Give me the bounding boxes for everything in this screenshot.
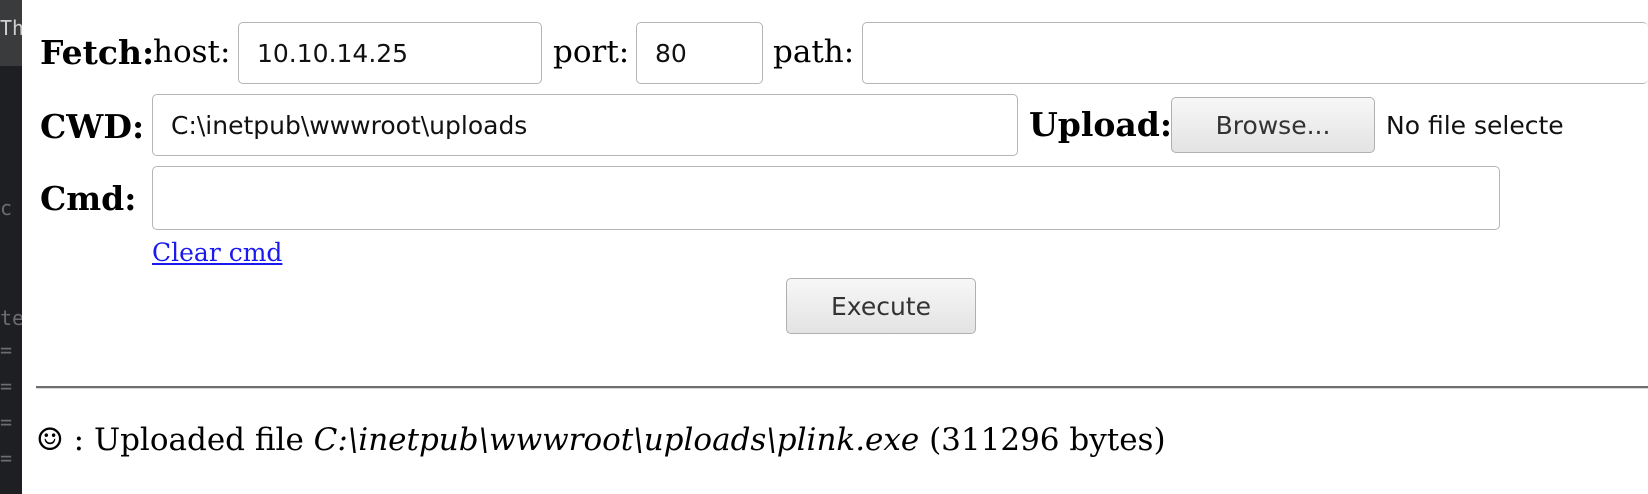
cmd-label: Cmd: bbox=[40, 179, 137, 218]
browse-button[interactable]: Browse... bbox=[1171, 97, 1375, 153]
cmd-input[interactable] bbox=[152, 166, 1500, 230]
terminal-text: = bbox=[0, 374, 13, 398]
terminal-title-text: Th bbox=[0, 16, 22, 40]
host-input[interactable]: 10.10.14.25 bbox=[238, 22, 542, 84]
host-label: host: bbox=[153, 34, 231, 70]
clear-cmd-link[interactable]: Clear cmd bbox=[152, 238, 282, 267]
terminal-title-bar: Th bbox=[0, 0, 22, 66]
background-terminal-window: Th c te = = = = bbox=[0, 0, 22, 494]
uploaded-file-path: C:\inetpub\wwwroot\uploads\plink.exe bbox=[313, 422, 920, 458]
terminal-text: = bbox=[0, 338, 13, 362]
divider bbox=[36, 386, 1648, 389]
status-prefix: : Uploaded file bbox=[63, 422, 314, 458]
execute-button[interactable]: Execute bbox=[786, 278, 976, 334]
path-input[interactable] bbox=[862, 22, 1648, 84]
cwd-input[interactable]: C:\inetpub\wwwroot\uploads bbox=[152, 94, 1018, 156]
file-status-text: No file selecte bbox=[1386, 111, 1564, 140]
terminal-text: te bbox=[0, 306, 22, 330]
webshell-page: Fetch: host: 10.10.14.25 port: 80 path: … bbox=[22, 0, 1648, 494]
port-label: port: bbox=[553, 34, 630, 70]
status-message: ☺ : Uploaded file C:\inetpub\wwwroot\upl… bbox=[36, 420, 1166, 460]
path-label: path: bbox=[773, 34, 855, 70]
port-input[interactable]: 80 bbox=[636, 22, 763, 84]
upload-label: Upload: bbox=[1029, 105, 1173, 144]
terminal-text: = bbox=[0, 446, 13, 470]
terminal-text: = bbox=[0, 410, 13, 434]
fetch-label: Fetch: bbox=[40, 33, 155, 72]
terminal-text: c bbox=[0, 196, 13, 220]
cwd-label: CWD: bbox=[40, 107, 145, 146]
status-suffix: (311296 bytes) bbox=[919, 422, 1166, 458]
smiley-icon: ☺ bbox=[36, 422, 64, 458]
